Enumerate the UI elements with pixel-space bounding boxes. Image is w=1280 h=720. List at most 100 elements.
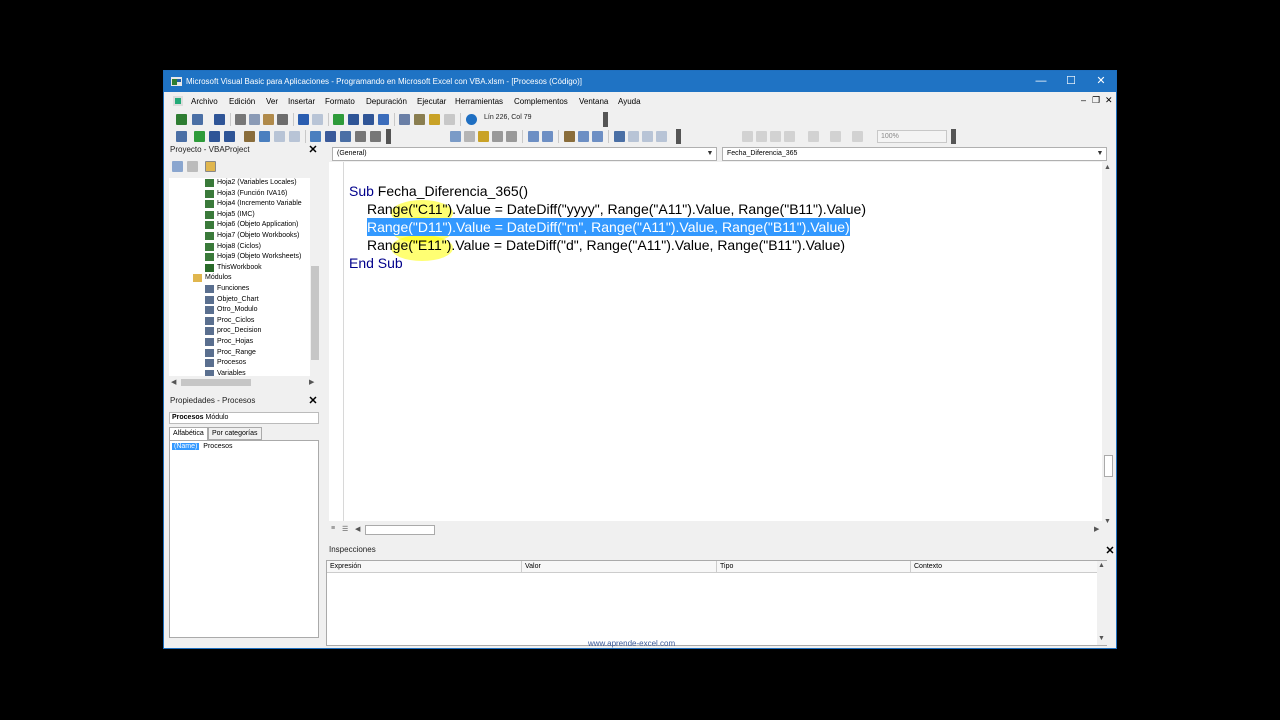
scroll-up-arrow[interactable]: ▲ [1098, 562, 1105, 569]
help-icon[interactable] [466, 114, 477, 125]
code-line[interactable]: Range("E11").Value = DateDiff("d", Range… [367, 236, 845, 254]
mdi-close-button[interactable]: ✕ [1105, 95, 1113, 106]
indent-icon[interactable] [528, 131, 539, 142]
run-icon[interactable] [333, 114, 344, 125]
object-browser-icon[interactable] [429, 114, 440, 125]
undo-icon[interactable] [298, 114, 309, 125]
scroll-left-arrow[interactable]: ◀ [355, 525, 360, 533]
list-constants-icon[interactable] [464, 131, 475, 142]
code-line[interactable]: Range("C11").Value = DateDiff("yyyy", Ra… [367, 200, 866, 218]
tab-alfabetica[interactable]: Alfabética [169, 427, 208, 440]
project-tree[interactable]: Hoja2 (Variables Locales) Hoja3 (Función … [169, 178, 313, 376]
procedure-view-icon[interactable]: ≡ [331, 525, 335, 532]
toolbar-grip[interactable] [603, 112, 608, 127]
scroll-right-arrow[interactable]: ▶ [1094, 525, 1099, 533]
menu-edicion[interactable]: Edición [229, 97, 255, 106]
menu-ver[interactable]: Ver [266, 97, 278, 106]
minimize-button[interactable]: — [1026, 71, 1056, 92]
code-hscroll[interactable]: ≡ ☰ ◀ ▶ [329, 523, 1105, 537]
menu-insertar[interactable]: Insertar [288, 97, 315, 106]
locals-window-icon[interactable] [310, 131, 321, 142]
column-tipo[interactable]: Tipo [717, 561, 911, 573]
copy-icon[interactable] [249, 114, 260, 125]
code-hscroll-thumb[interactable] [365, 525, 435, 535]
align-icon[interactable] [742, 131, 753, 142]
code-line-selected[interactable]: Range("D11").Value = DateDiff("m", Range… [367, 218, 850, 236]
cut-icon[interactable] [235, 114, 246, 125]
step-over-icon[interactable] [274, 131, 285, 142]
column-contexto[interactable]: Contexto [911, 561, 1106, 573]
scroll-up-arrow[interactable]: ▲ [1104, 164, 1111, 171]
prev-bookmark-icon[interactable] [642, 131, 653, 142]
bookmark-icon[interactable] [614, 131, 625, 142]
title-bar[interactable]: Microsoft Visual Basic para Aplicaciones… [164, 71, 1116, 92]
step-out-icon[interactable] [289, 131, 300, 142]
reset-icon[interactable] [363, 114, 374, 125]
group-icon[interactable] [756, 131, 767, 142]
toolbar-grip-4[interactable] [951, 129, 956, 144]
menu-formato[interactable]: Formato [325, 97, 355, 106]
clear-bookmarks-icon[interactable] [656, 131, 667, 142]
list-properties-icon[interactable] [450, 131, 461, 142]
project-vscroll-thumb[interactable] [311, 266, 319, 360]
break-icon-2[interactable] [209, 131, 220, 142]
comment-block-icon[interactable] [578, 131, 589, 142]
zoom-combo[interactable]: 100% [877, 130, 947, 143]
project-vscroll[interactable] [310, 178, 320, 376]
menu-archivo[interactable]: Archivo [191, 97, 218, 106]
column-expresion[interactable]: Expresión [327, 561, 522, 573]
ungroup-icon[interactable] [770, 131, 781, 142]
properties-window-icon[interactable] [414, 114, 425, 125]
mdi-restore-button[interactable]: ❐ [1092, 95, 1100, 106]
view-object-icon[interactable] [187, 161, 198, 172]
object-combo[interactable]: (General) ▼ [332, 147, 717, 161]
watch-close-button[interactable]: ✕ [1104, 545, 1116, 557]
next-bookmark-icon[interactable] [628, 131, 639, 142]
menu-complementos[interactable]: Complementos [514, 97, 568, 106]
menu-depuracion[interactable]: Depuración [366, 97, 407, 106]
procedure-combo[interactable]: Fecha_Diferencia_365 ▼ [722, 147, 1107, 161]
call-stack-icon[interactable] [370, 131, 381, 142]
mdi-minimize-button[interactable]: – [1081, 95, 1086, 105]
quick-watch-icon[interactable] [355, 131, 366, 142]
reset-icon-2[interactable] [224, 131, 235, 142]
project-hscroll[interactable]: ◀ ▶ [169, 377, 321, 388]
project-explorer-icon[interactable] [399, 114, 410, 125]
design-mode-icon[interactable] [378, 114, 389, 125]
run-icon-2[interactable] [194, 131, 205, 142]
code-vscroll-thumb[interactable] [1104, 455, 1113, 477]
paste-icon[interactable] [263, 114, 274, 125]
code-line[interactable]: Sub Fecha_Diferencia_365() [349, 182, 528, 200]
break-icon[interactable] [348, 114, 359, 125]
full-module-view-icon[interactable]: ☰ [342, 525, 348, 533]
code-line[interactable]: End Sub [349, 254, 403, 272]
order-icon[interactable] [852, 131, 863, 142]
outdent-icon[interactable] [542, 131, 553, 142]
view-code-icon[interactable] [172, 161, 183, 172]
quick-info-icon[interactable] [478, 131, 489, 142]
toolbar-grip-3[interactable] [676, 129, 681, 144]
save-icon[interactable] [214, 114, 225, 125]
close-button[interactable]: ✕ [1086, 71, 1116, 92]
center-icon[interactable] [808, 131, 819, 142]
uncomment-block-icon[interactable] [592, 131, 603, 142]
toolbox-icon[interactable] [444, 114, 455, 125]
properties-close-button[interactable]: ✕ [307, 395, 319, 407]
parameter-info-icon[interactable] [492, 131, 503, 142]
code-editor[interactable]: Sub Fecha_Diferencia_365() Range("C11").… [345, 162, 1105, 521]
project-close-button[interactable]: ✕ [307, 144, 319, 156]
redo-icon[interactable] [312, 114, 323, 125]
menu-ejecutar[interactable]: Ejecutar [417, 97, 446, 106]
insert-userform-icon[interactable] [192, 114, 203, 125]
same-size-icon[interactable] [784, 131, 795, 142]
scroll-down-arrow[interactable]: ▼ [1104, 518, 1111, 525]
step-into-icon[interactable] [259, 131, 270, 142]
make-same-icon[interactable] [830, 131, 841, 142]
project-hscroll-thumb[interactable] [181, 379, 251, 386]
immediate-window-icon[interactable] [325, 131, 336, 142]
code-vscroll[interactable]: ▲ ▼ [1102, 162, 1115, 529]
column-valor[interactable]: Valor [522, 561, 717, 573]
watch-window-icon[interactable] [340, 131, 351, 142]
code-pane[interactable]: Sub Fecha_Diferencia_365() Range("C11").… [329, 162, 1106, 521]
properties-grid[interactable]: (Name) Procesos [169, 440, 319, 638]
